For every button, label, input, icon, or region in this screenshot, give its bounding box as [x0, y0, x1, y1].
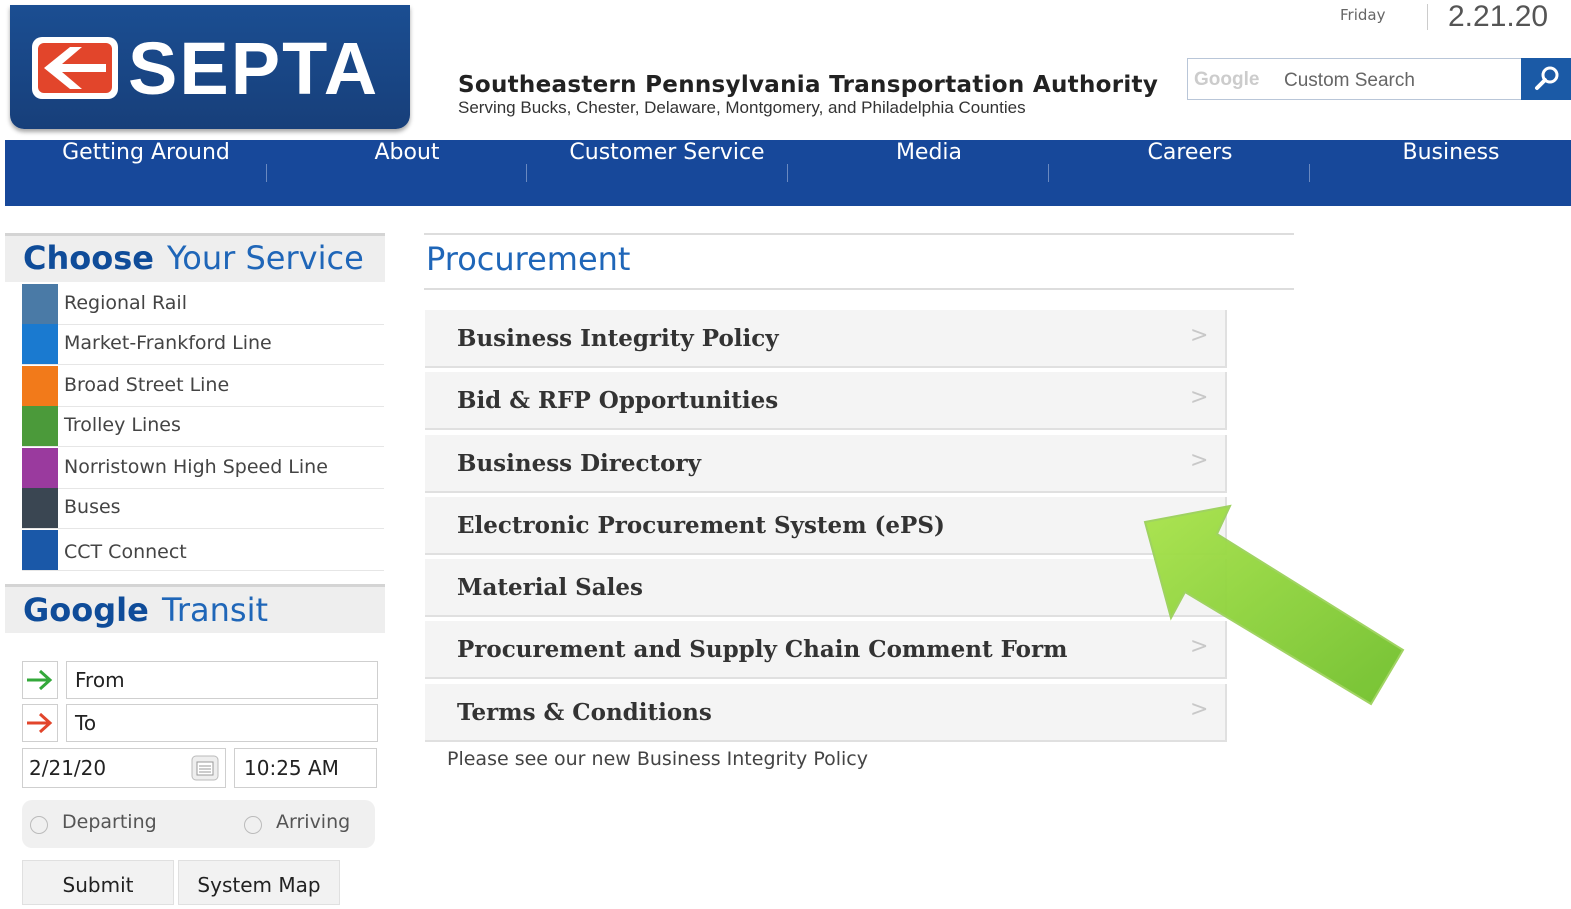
- service-label: Norristown High Speed Line: [64, 456, 328, 478]
- system-map-button[interactable]: System Map: [178, 860, 340, 905]
- from-arrow-icon: [22, 661, 58, 699]
- nav-business[interactable]: Business: [1321, 140, 1571, 206]
- service-buses[interactable]: Buses: [22, 488, 384, 529]
- calendar-icon[interactable]: [191, 755, 219, 781]
- service-regional-rail[interactable]: Regional Rail: [22, 284, 384, 325]
- org-subtitle: Serving Bucks, Chester, Delaware, Montgo…: [458, 98, 1026, 117]
- link-label: Business Integrity Policy: [457, 325, 779, 352]
- google-transit-heading-b: Transit: [162, 591, 268, 629]
- link-comment-form[interactable]: Procurement and Supply Chain Comment For…: [425, 621, 1227, 679]
- date-field[interactable]: 2/21/20: [22, 748, 226, 788]
- service-trolley[interactable]: Trolley Lines: [22, 406, 384, 447]
- chevron-right-icon: >: [1190, 448, 1209, 473]
- service-color-swatch: [22, 406, 58, 446]
- link-label: Business Directory: [457, 450, 701, 477]
- link-bid-rfp-opportunities[interactable]: Bid & RFP Opportunities >: [425, 372, 1227, 430]
- nav-careers[interactable]: Careers: [1060, 140, 1320, 206]
- google-transit-heading-a: Google: [23, 591, 149, 629]
- departing-radio[interactable]: [30, 816, 48, 834]
- service-label: Buses: [64, 496, 121, 518]
- google-watermark: Google: [1194, 69, 1260, 90]
- title-rule-top: [424, 233, 1294, 235]
- current-day: Friday: [1340, 6, 1386, 24]
- link-label: Procurement and Supply Chain Comment For…: [457, 636, 1068, 663]
- link-electronic-procurement-system[interactable]: Electronic Procurement System (ePS): [425, 497, 1227, 555]
- nav-divider: [1309, 164, 1310, 182]
- service-color-swatch: [22, 366, 58, 406]
- google-transit-heading: Google Transit: [5, 584, 385, 633]
- nav-divider: [787, 164, 788, 182]
- logo-wordmark: SEPTA: [128, 27, 380, 110]
- arriving-radio[interactable]: [244, 816, 262, 834]
- org-name: Southeastern Pennsylvania Transportation…: [458, 72, 1159, 98]
- to-field[interactable]: To: [66, 704, 378, 742]
- service-norristown[interactable]: Norristown High Speed Line: [22, 448, 384, 489]
- choose-service-heading-a: Choose: [23, 239, 154, 277]
- service-label: Market-Frankford Line: [64, 332, 272, 354]
- main-nav: Getting Around About Customer Service Me…: [5, 140, 1571, 206]
- chevron-right-icon: >: [1190, 385, 1209, 410]
- nav-divider: [526, 164, 527, 182]
- chevron-right-icon: >: [1190, 323, 1209, 348]
- service-color-swatch: [22, 284, 58, 324]
- annotation-arrow-icon: [1143, 504, 1405, 706]
- septa-logo-mark-icon: [32, 37, 118, 99]
- service-broad-street[interactable]: Broad Street Line: [22, 366, 384, 407]
- choose-service-heading: Choose Your Service: [5, 233, 385, 282]
- link-material-sales[interactable]: Material Sales: [425, 559, 1227, 617]
- to-arrow-icon: [22, 704, 58, 742]
- from-field[interactable]: From: [66, 661, 378, 699]
- service-label: Trolley Lines: [64, 414, 181, 436]
- link-business-directory[interactable]: Business Directory >: [425, 435, 1227, 493]
- service-label: Broad Street Line: [64, 374, 230, 396]
- nav-customer-service[interactable]: Customer Service: [537, 140, 797, 206]
- time-field[interactable]: 10:25 AM: [234, 748, 377, 788]
- search-button[interactable]: [1521, 58, 1571, 100]
- search-placeholder: Custom Search: [1284, 70, 1415, 91]
- service-label: Regional Rail: [64, 292, 187, 314]
- link-label: Bid & RFP Opportunities: [457, 387, 779, 414]
- service-color-swatch: [22, 324, 58, 364]
- link-label: Terms & Conditions: [457, 699, 712, 726]
- time-value: 10:25 AM: [244, 756, 339, 780]
- current-date: 2.21.20: [1448, 0, 1549, 33]
- nav-getting-around[interactable]: Getting Around: [5, 140, 287, 206]
- page-title: Procurement: [426, 240, 631, 278]
- submit-button[interactable]: Submit: [22, 860, 174, 905]
- service-color-swatch: [22, 530, 58, 570]
- to-placeholder: To: [75, 711, 97, 735]
- service-color-swatch: [22, 448, 58, 488]
- from-placeholder: From: [75, 668, 125, 692]
- depart-arrive-toggle: Departing Arriving: [22, 800, 375, 848]
- departing-label: Departing: [62, 811, 157, 833]
- integrity-policy-note: Please see our new Business Integrity Po…: [447, 748, 868, 770]
- nav-about[interactable]: About: [277, 140, 537, 206]
- date-divider: [1427, 4, 1428, 30]
- arriving-label: Arriving: [276, 811, 351, 833]
- link-business-integrity-policy[interactable]: Business Integrity Policy >: [425, 310, 1227, 368]
- link-label: Electronic Procurement System (ePS): [457, 512, 945, 539]
- choose-service-heading-b: Your Service: [167, 239, 364, 277]
- title-rule-bottom: [424, 288, 1294, 290]
- service-color-swatch: [22, 488, 58, 528]
- date-value: 2/21/20: [29, 756, 107, 780]
- nav-divider: [1048, 164, 1049, 182]
- nav-divider: [266, 164, 267, 182]
- service-label: CCT Connect: [64, 541, 187, 563]
- search-icon: [1535, 66, 1559, 90]
- link-terms-conditions[interactable]: Terms & Conditions >: [425, 684, 1227, 742]
- service-market-frankford[interactable]: Market-Frankford Line: [22, 324, 384, 365]
- service-cct[interactable]: CCT Connect: [22, 530, 384, 571]
- link-label: Material Sales: [457, 574, 643, 601]
- search-input[interactable]: Google Custom Search: [1187, 58, 1523, 100]
- nav-media[interactable]: Media: [799, 140, 1059, 206]
